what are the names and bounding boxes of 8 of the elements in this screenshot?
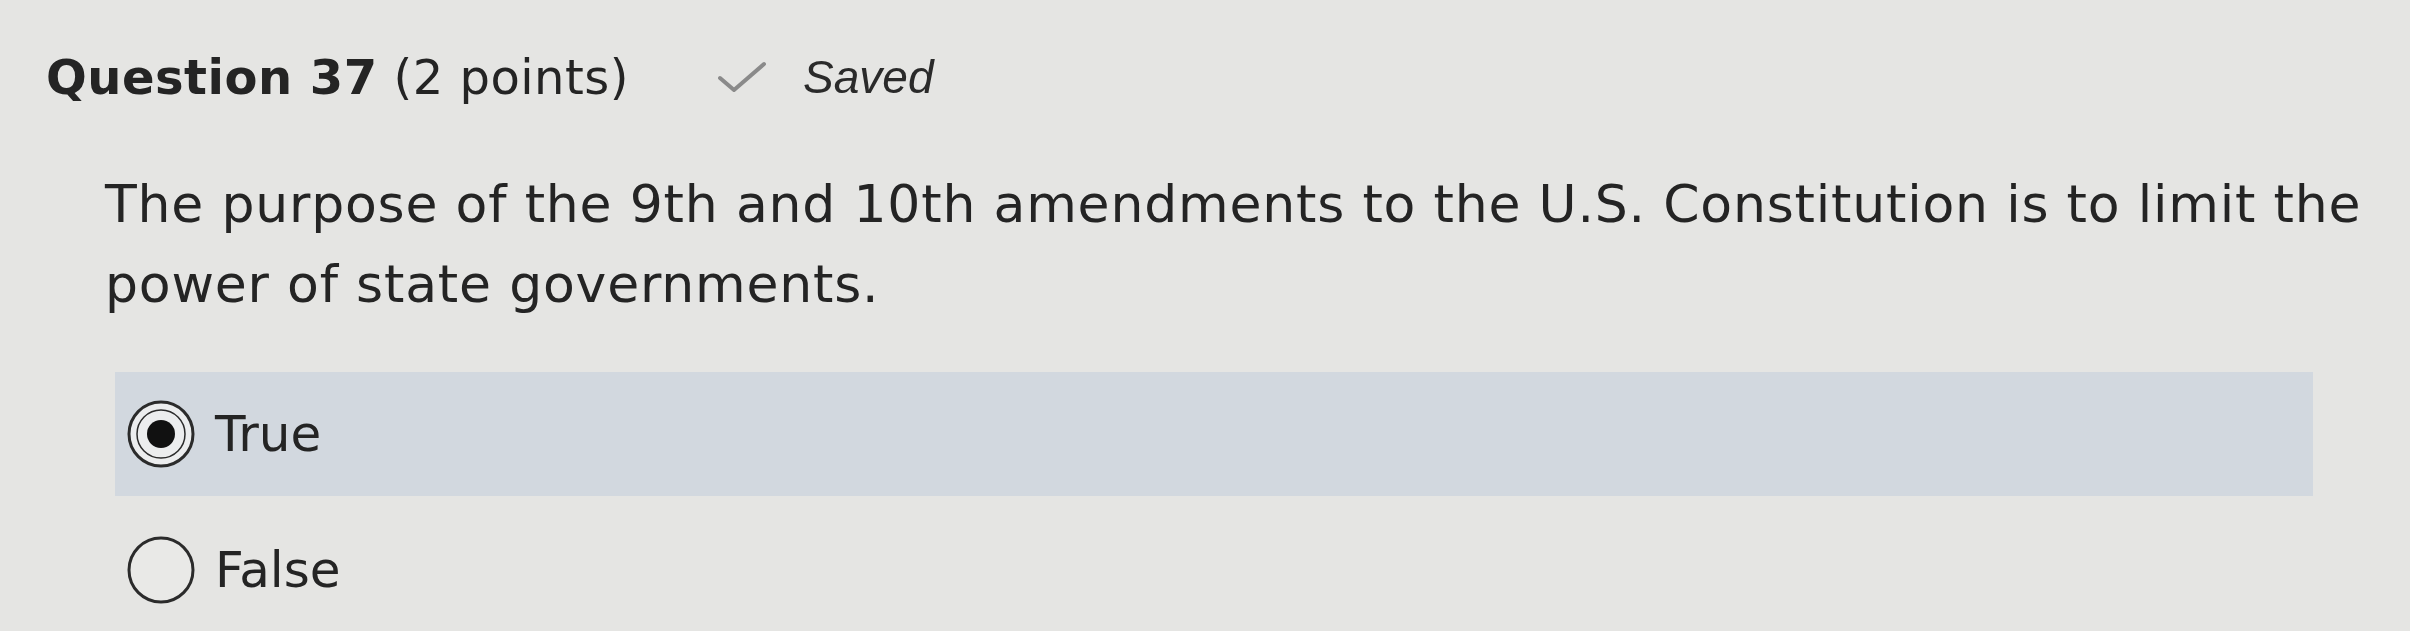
answer-option[interactable]: False: [115, 508, 2313, 631]
question-title: Question 37 (2 points): [46, 48, 630, 107]
question-text: The purpose of the 9th and 10th amendments to the U.S. Constitution is to limit the power of state governments.: [105, 173, 2363, 316]
answer-option[interactable]: True: [115, 372, 2313, 496]
radio-button[interactable]: [127, 400, 195, 468]
check-icon: [717, 61, 768, 93]
radio-button[interactable]: [127, 536, 195, 604]
saved-status: Saved: [803, 50, 934, 104]
